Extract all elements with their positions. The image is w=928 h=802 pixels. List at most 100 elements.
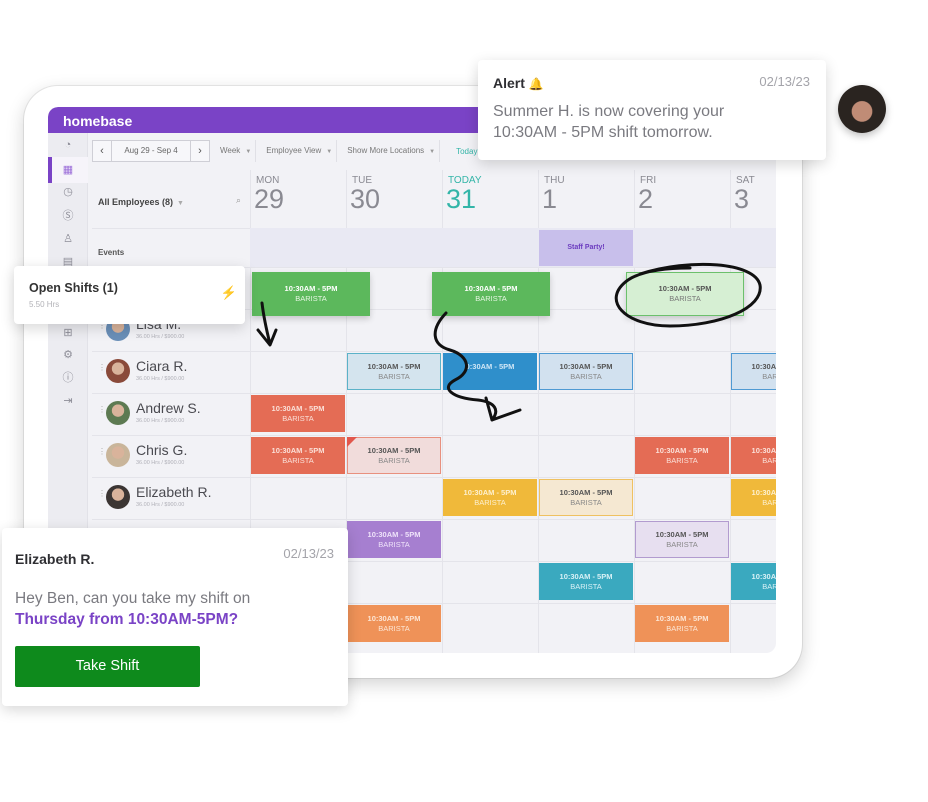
shift-role: BARISTA [762,456,776,465]
shift-role: BARISTA [762,498,776,507]
drag-handle-icon[interactable]: ⋮ [98,406,106,414]
day-number: 31 [446,184,477,214]
open-shift-block[interactable]: 10:30AM - 5PM BARISTA [432,272,550,316]
shift-time: 10:30AM - 5PM [559,572,613,581]
date-range[interactable]: Aug 29 - Sep 4 [111,141,191,161]
avatar [106,359,130,383]
day-number: 30 [350,184,381,214]
drag-handle-icon[interactable]: ⋮ [98,448,106,456]
employee-hours: 36.00 Hrs / $900.00 [136,334,185,340]
shift-block[interactable]: 0:30AM - 5PM [443,353,537,390]
avatar [106,443,130,467]
chevron-left-icon[interactable]: ‹ [93,141,111,161]
collapse-icon[interactable]: ⇥ [60,393,76,409]
shift-role: BARISTA [762,582,776,591]
day-number: 3 [734,184,750,214]
drag-handle-icon[interactable]: ⋮ [98,490,106,498]
shift-block[interactable]: 10:30AM - 5PMBARISTA [251,437,345,474]
shift-time: 10:30AM - 5PM [751,488,776,497]
day-number: 2 [638,184,654,214]
dashboard-icon[interactable]: ◔ [60,137,76,153]
shift-role: BARISTA [378,372,410,381]
magic-wand-icon[interactable]: ⚡ [221,285,237,301]
drag-handle-icon[interactable]: ⋮ [98,364,106,372]
chevron-right-icon[interactable]: › [191,141,209,161]
calendar-icon[interactable]: ▦ [60,162,76,178]
period-dropdown[interactable]: Week ▼ [216,140,257,162]
shift-role: BARISTA [474,498,506,507]
shift-block[interactable]: 10:30AM - 5PMBARISTA [347,605,441,642]
shift-block[interactable]: 10:30AM - 5PMBARISTA [731,437,776,474]
shift-time: 10:30AM - 5PM [559,488,613,497]
open-shifts-card[interactable]: Open Shifts (1) 5.50 Hrs ⚡ [14,266,245,324]
shift-time: 10:30AM - 5PM [751,572,776,581]
locations-dropdown[interactable]: Show More Locations ▼ [343,140,441,162]
day-number: 29 [254,184,285,214]
take-shift-button[interactable]: Take Shift [15,646,200,687]
employee-hours: 36.00 Hrs / $900.00 [136,460,185,466]
gear-icon[interactable]: ⚙ [60,347,76,363]
shift-block[interactable]: 10:30AM - 5PMBARISTA [347,353,441,390]
shift-role: BARISTA [666,456,698,465]
shift-block[interactable]: 10:30AM - 5PMBARISTA [347,437,441,474]
shift-time: 10:30AM - 5PM [751,362,776,371]
view-dropdown[interactable]: Employee View ▼ [262,140,338,162]
shift-block[interactable]: 10:30AM - 5PMBARISTA [731,353,776,390]
shift-role: BARISTA [570,498,602,507]
shift-request-message: Elizabeth R. 02/13/23 Hey Ben, can you t… [2,528,348,706]
shift-block[interactable]: 10:30AM - 5PMBARISTA [539,353,633,390]
shift-block[interactable]: 10:30AM - 5PMBARISTA [347,521,441,558]
event-chip[interactable]: Staff Party! [539,230,633,266]
shift-time: 0:30AM - 5PM [465,362,515,371]
events-row [250,228,776,267]
shift-block[interactable]: 10:30AM - 5PMBARISTA [539,479,633,516]
open-shifts-title: Open Shifts (1) [29,281,118,295]
shift-block[interactable]: 10:30AM - 5PMBARISTA [635,605,729,642]
toolbar: ‹ Aug 29 - Sep 4 › Week ▼ Employee View ▼ … [92,140,487,162]
shift-role: BARISTA [666,624,698,633]
employee-hours: 36.00 Hrs / $900.00 [136,376,185,382]
employee-row[interactable]: ⋮ Chris G. 36.00 Hrs / $900.00 [92,435,250,477]
active-indicator [48,157,52,183]
alert-message: Summer H. is now covering your 10:30AM -… [493,103,725,141]
employee-name: Chris G. [136,442,188,458]
shift-role: BARISTA [295,294,327,303]
shift-time: 10:30AM - 5PM [271,446,325,455]
dollar-icon[interactable]: Ⓢ [60,208,76,224]
shift-block[interactable]: 10:30AM - 5PMBARISTA [443,479,537,516]
shift-block[interactable]: 10:30AM - 5PMBARISTA [731,563,776,600]
shift-role: BARISTA [669,294,701,303]
bell-icon: 🔔 [528,77,544,91]
help-icon[interactable]: ⓘ [60,370,76,386]
avatar [838,85,886,133]
shift-time: 10:30AM - 5PM [464,284,518,293]
drag-handle-icon[interactable]: ⋮ [98,322,106,330]
open-shift-block[interactable]: 10:30AM - 5PM BARISTA [626,272,744,316]
employee-row[interactable]: ⋮ Andrew S. 36.00 Hrs / $900.00 [92,393,250,435]
person-icon[interactable]: ♙ [60,231,76,247]
shift-role: BARISTA [570,372,602,381]
shift-block[interactable]: 10:30AM - 5PMBARISTA [251,395,345,432]
shift-role: BARISTA [282,414,314,423]
employee-name: Andrew S. [136,400,201,416]
clock-icon[interactable]: ◷ [60,184,76,200]
shift-block[interactable]: 10:30AM - 5PMBARISTA [635,521,729,558]
day-header: SAT 3 [730,170,776,228]
shift-block[interactable]: 10:30AM - 5PMBARISTA [539,563,633,600]
employee-row[interactable]: ⋮ Elizabeth R. 36.00 Hrs / $900.00 [92,477,250,519]
add-icon[interactable]: ⊞ [60,325,76,341]
message-sender: Elizabeth R. [15,551,95,567]
employee-row[interactable]: ⋮ Ciara R. 36.00 Hrs / $900.00 [92,351,250,393]
shift-block[interactable]: 10:30AM - 5PMBARISTA [635,437,729,474]
shift-time: 10:30AM - 5PM [367,446,421,455]
shift-role: BARISTA [570,582,602,591]
shift-role: BARISTA [762,372,776,381]
open-shift-block[interactable]: 10:30AM - 5PM BARISTA [252,272,370,316]
search-icon[interactable]: ⌕ [236,195,241,206]
alert-title: Alert 🔔 [493,75,544,91]
shift-role: BARISTA [282,456,314,465]
employee-filter[interactable]: All Employees (8) ▼ [98,197,184,207]
shift-block[interactable]: 10:30AM - 5PMBARISTA [731,479,776,516]
day-header: THU 1 [538,170,634,228]
caret-down-icon: ▼ [326,149,333,155]
